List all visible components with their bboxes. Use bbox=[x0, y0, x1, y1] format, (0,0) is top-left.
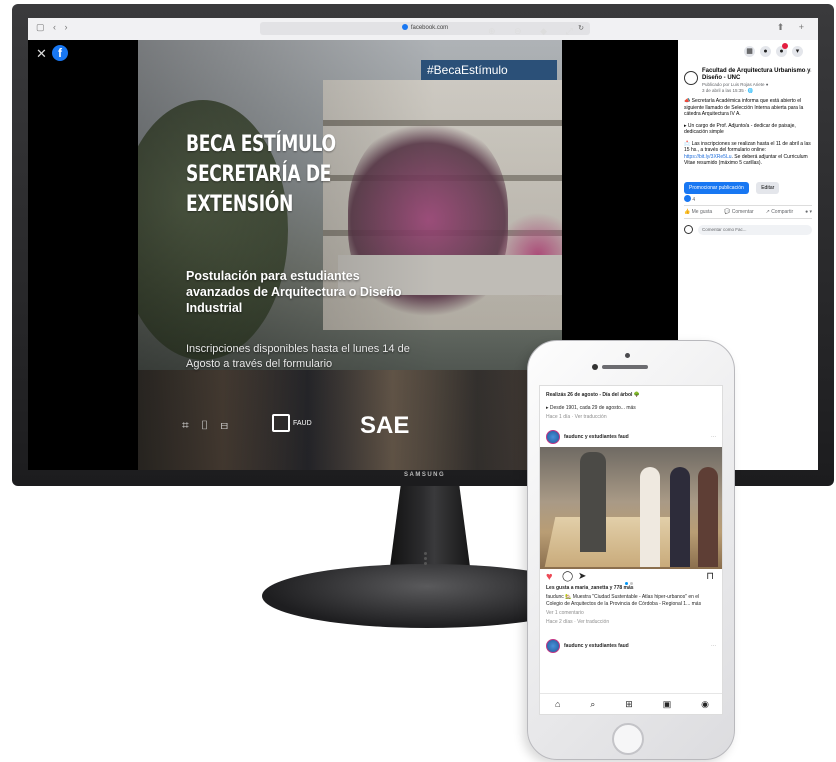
poster-subtitle: Postulación para estudiantes avanzados d… bbox=[186, 269, 402, 315]
sae-logo: SAE bbox=[360, 412, 410, 439]
ig-post-image[interactable] bbox=[540, 447, 722, 569]
ig-avatar[interactable] bbox=[546, 430, 560, 444]
comment-composer: Comentar como Fac... bbox=[678, 219, 818, 241]
ig-post-header: faudunc y estudiantes faud ··· bbox=[540, 427, 722, 447]
like-reaction-icon bbox=[684, 194, 691, 202]
profile-icon[interactable]: ◉ bbox=[701, 699, 709, 710]
institution-logos: ⌗ ▯ ⊟ bbox=[182, 418, 233, 432]
post-timestamp[interactable]: 3 de abril a las 15:35 · 🌐 bbox=[702, 88, 812, 94]
address-bar-text: facebook.com bbox=[410, 25, 449, 31]
notification-badge bbox=[782, 43, 788, 49]
home-icon[interactable]: ⌂ bbox=[555, 699, 560, 709]
ig-view-comments[interactable]: Ver 1 comentario bbox=[540, 610, 722, 617]
ig-caption: faudunc 🏡 Muestra "Ciudad Sustentable - … bbox=[546, 594, 702, 607]
see-translation-link[interactable]: Ver traducción bbox=[577, 619, 609, 625]
poster-title-line: SECRETARÍA DE bbox=[186, 162, 332, 187]
promote-post-button[interactable]: Promocionar publicación bbox=[684, 181, 749, 194]
browser-toolbar: ▢ ‹ › facebook.com ↻ ⬆ + bbox=[28, 18, 818, 41]
reels-icon[interactable]: ⊞ bbox=[625, 699, 633, 710]
ig-action-bar: ♥ ◯ ➤ ⊓ bbox=[540, 569, 722, 585]
like-button[interactable]: 👍 Me gusta bbox=[684, 209, 712, 215]
viewer-left-panel: ✕ f bbox=[28, 40, 138, 470]
post-text: 📣 Secretaría Académica informa que está … bbox=[678, 94, 818, 176]
ig-post-caption-top: Realizás 26 de agosto - Día del árbol 🌳 bbox=[546, 392, 641, 398]
poster-title-line: BECA ESTÍMULO bbox=[186, 132, 336, 157]
audience-selector[interactable]: ● ▾ bbox=[805, 209, 812, 215]
ig-post-caption-line[interactable]: ▸ Desde 1901, cada 29 de agosto... más bbox=[540, 405, 722, 412]
post-header: Facultad de Arquitectura Urbanismo y Dis… bbox=[678, 62, 818, 94]
shop-icon[interactable]: ▣ bbox=[663, 699, 672, 710]
commenter-avatar bbox=[684, 224, 693, 234]
post-image[interactable]: #BecaEstímulo BECA ESTÍMULO SECRETARÍA D… bbox=[138, 40, 562, 470]
architectural-model bbox=[544, 517, 686, 567]
post-paragraph: 📩 Las inscripciones se realizan hasta el… bbox=[684, 140, 811, 167]
comment-button[interactable]: 💬 Comentar bbox=[724, 209, 754, 215]
share-icon[interactable]: ➤ bbox=[578, 571, 586, 582]
facebook-logo-icon[interactable]: f bbox=[52, 45, 68, 61]
hashtag-banner: #BecaEstímulo bbox=[421, 60, 557, 80]
comment-input[interactable]: Comentar como Fac... bbox=[698, 224, 812, 235]
post-paragraph: 📣 Secretaría Académica informa que está … bbox=[684, 98, 804, 117]
monitor-brand: SAMSUNG bbox=[404, 472, 446, 478]
poster-inscription-text: Inscripciones disponibles hasta el lunes… bbox=[186, 343, 410, 370]
zoom-controls-icons[interactable]: ⊕ ⊖ ◆ ⤢ bbox=[488, 26, 581, 37]
poster-title: BECA ESTÍMULO SECRETARÍA DE EXTENSIÓN bbox=[186, 130, 342, 220]
smartphone: Realizás 26 de agosto - Día del árbol 🌳 … bbox=[527, 340, 735, 760]
edit-post-button[interactable]: Editar bbox=[756, 181, 780, 194]
messenger-icon[interactable]: ● bbox=[760, 46, 771, 57]
poster-title-line: EXTENSIÓN bbox=[186, 192, 293, 217]
ig-username[interactable]: faudunc y estudiantes faud bbox=[564, 434, 629, 440]
phone-camera-icon bbox=[625, 353, 630, 358]
phone-front-camera-icon bbox=[592, 364, 598, 370]
post-actions: 👍 Me gusta 💬 Comentar ↗ Compartir ● ▾ bbox=[684, 204, 812, 219]
fb-top-icons: ▦ ● ● ▾ bbox=[678, 40, 818, 62]
faud-mark-icon bbox=[272, 414, 290, 432]
browser-right-icons[interactable]: ⬆ + bbox=[777, 22, 810, 33]
facebook-favicon-icon bbox=[401, 24, 408, 30]
ig-more-icon[interactable]: ··· bbox=[711, 434, 716, 440]
phone-home-button[interactable] bbox=[612, 723, 644, 755]
monitor-buttons bbox=[424, 550, 430, 570]
carousel-dots bbox=[624, 576, 634, 588]
bookmark-icon[interactable]: ⊓ bbox=[706, 571, 714, 582]
form-link[interactable]: https://bit.ly/3XRe5Lu bbox=[684, 154, 732, 160]
post-options-icon[interactable]: ··· bbox=[805, 68, 812, 75]
comment-icon[interactable]: ◯ bbox=[562, 571, 573, 582]
share-button[interactable]: ↗ Compartir bbox=[766, 209, 794, 215]
ig-post-header: faudunc y estudiantes faud ··· bbox=[540, 636, 722, 656]
search-icon[interactable]: ⌕ bbox=[590, 699, 595, 710]
page-name[interactable]: Facultad de Arquitectura Urbanismo y Dis… bbox=[702, 68, 812, 82]
browser-nav-icons[interactable]: ▢ ‹ › bbox=[36, 22, 71, 33]
page-avatar[interactable] bbox=[684, 71, 698, 85]
instagram-feed: Realizás 26 de agosto - Día del árbol 🌳 … bbox=[539, 385, 723, 715]
ig-post-meta: Hace 1 día · Ver traducción bbox=[546, 414, 607, 420]
close-icon[interactable]: ✕ bbox=[36, 46, 47, 62]
post-buttons: Promocionar publicación Editar bbox=[678, 176, 818, 194]
see-translation-link[interactable]: Ver traducción bbox=[575, 414, 607, 420]
ig-more-icon[interactable]: ··· bbox=[711, 643, 716, 649]
post-paragraph: ▸ Un cargo de Prof. Adjunto/a - dedicar … bbox=[684, 122, 796, 136]
ig-bottom-nav: ⌂ ⌕ ⊞ ▣ ◉ bbox=[540, 693, 722, 714]
like-heart-icon[interactable]: ♥ bbox=[546, 571, 553, 583]
reaction-count: 4 bbox=[692, 196, 696, 203]
phone-speaker bbox=[602, 365, 648, 369]
ig-post-meta: Hace 2 días · Ver traducción bbox=[546, 619, 610, 625]
faud-logo: FAUD bbox=[272, 414, 312, 432]
menu-grid-icon[interactable]: ▦ bbox=[744, 46, 755, 57]
account-chevron-icon[interactable]: ▾ bbox=[792, 46, 803, 57]
ig-username[interactable]: faudunc y estudiantes faud bbox=[564, 643, 629, 649]
ig-avatar[interactable] bbox=[546, 639, 560, 653]
